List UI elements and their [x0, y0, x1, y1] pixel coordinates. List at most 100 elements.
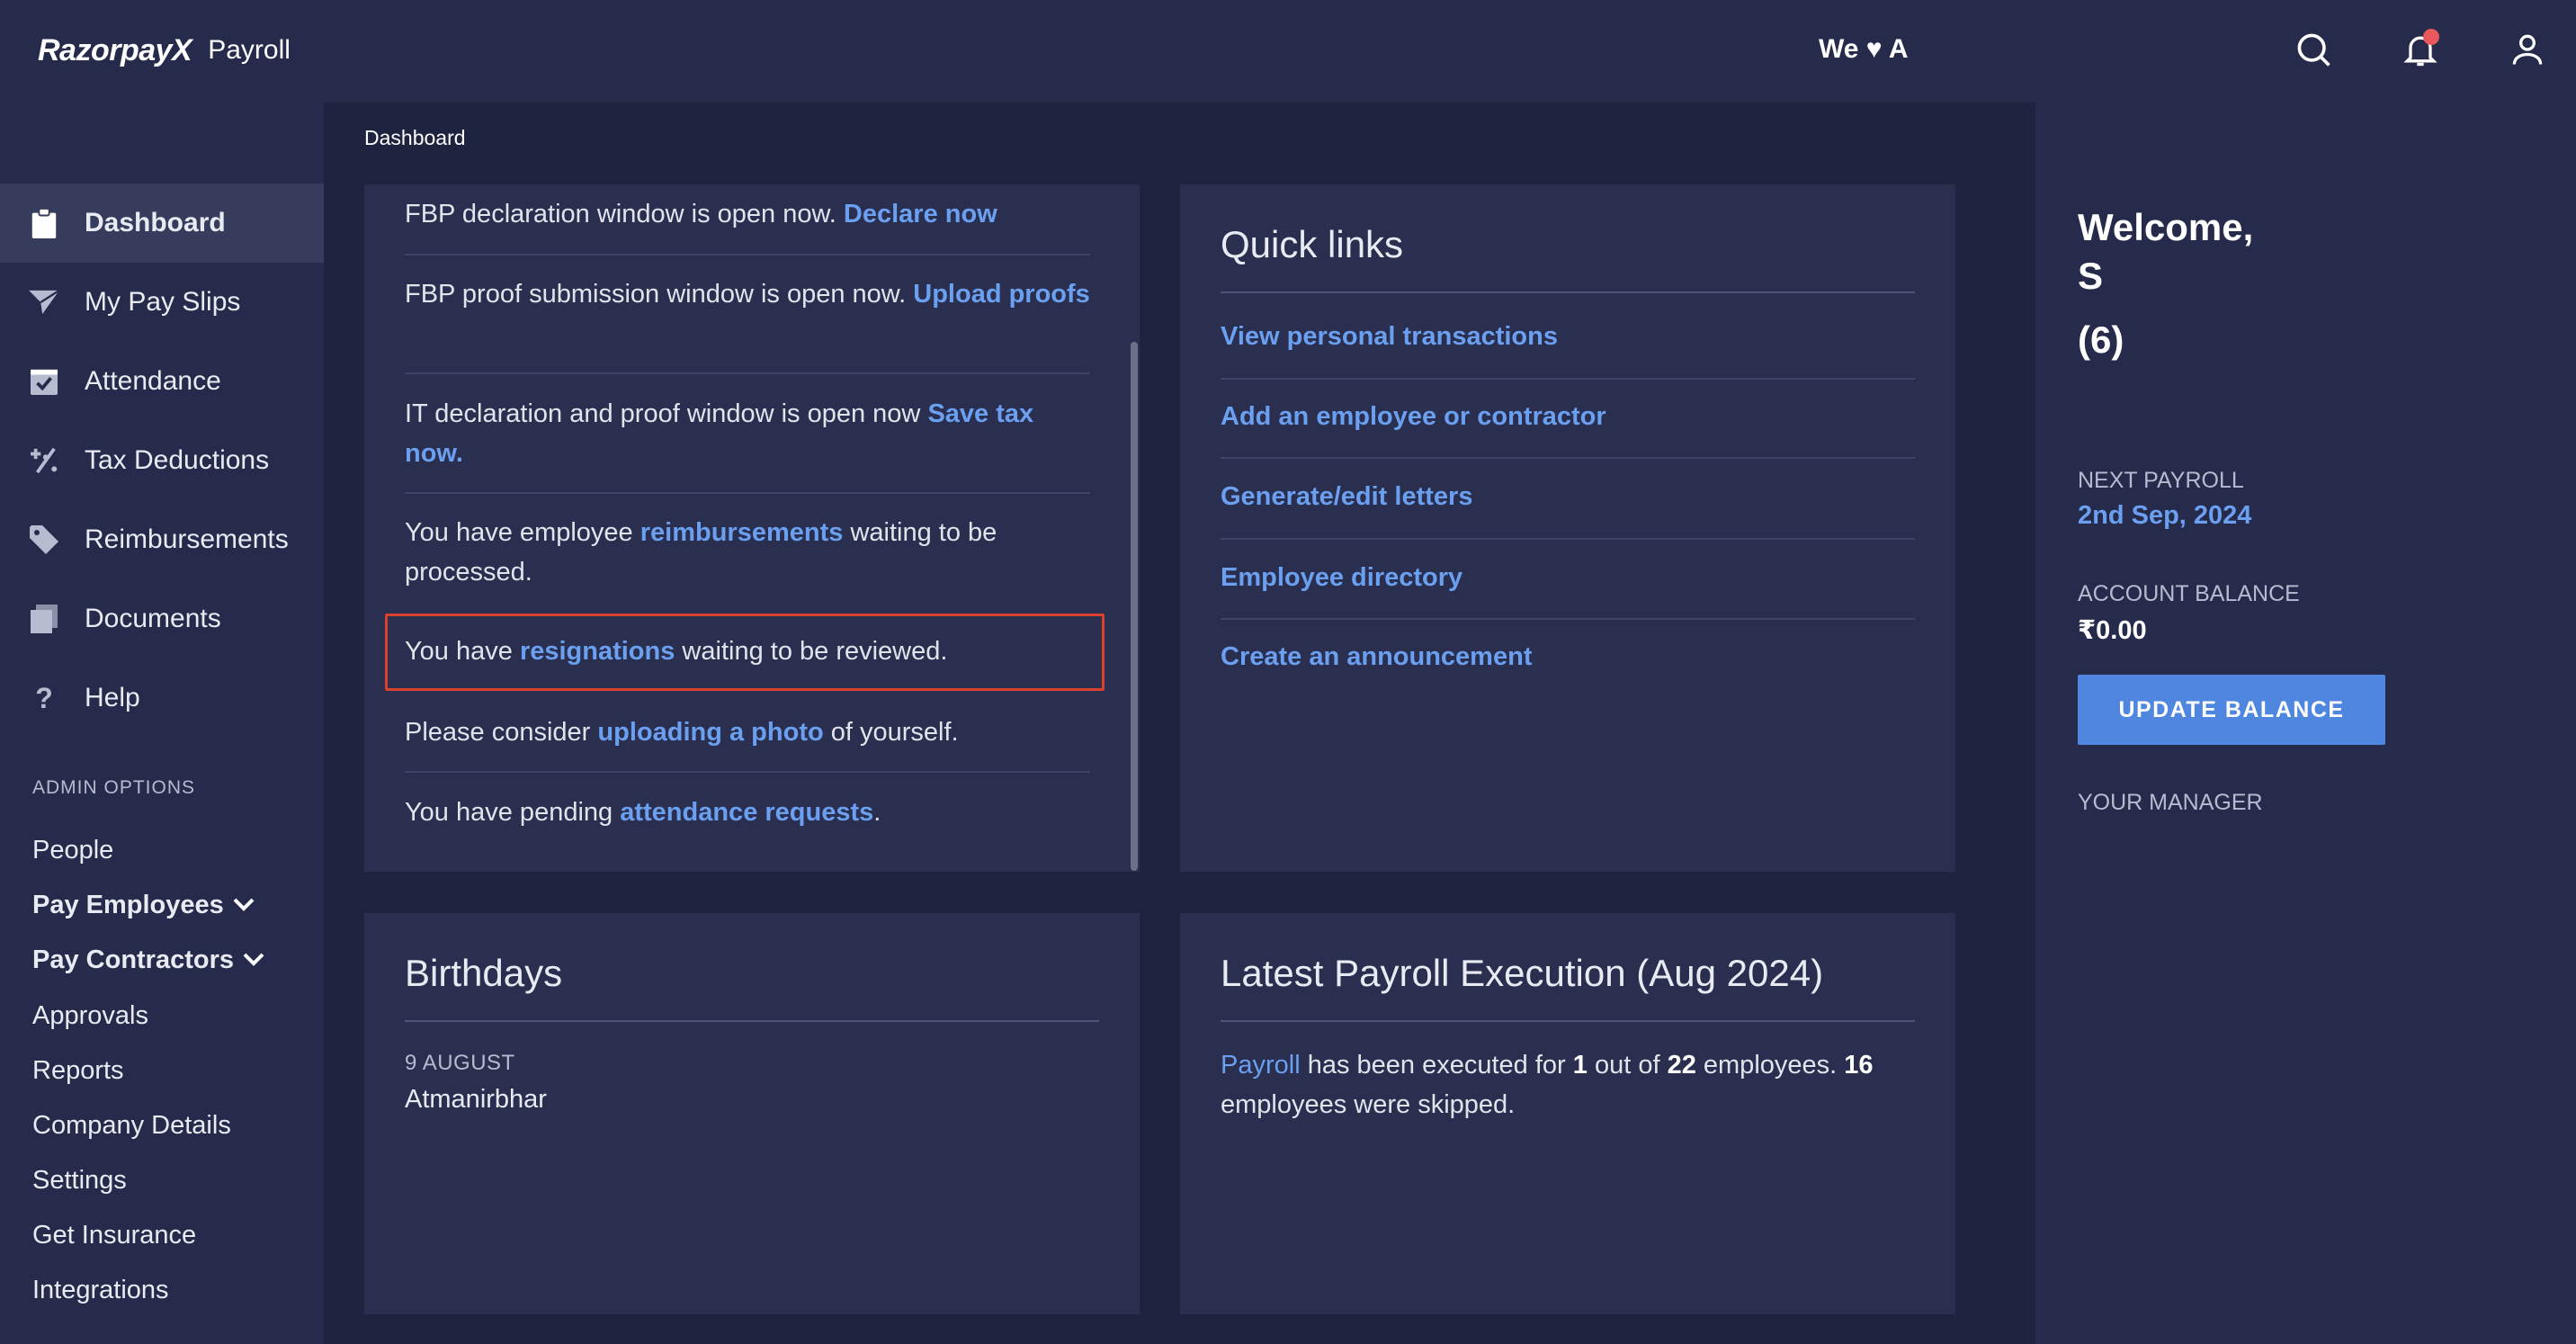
- welcome-text: Welcome,: [2078, 206, 2254, 248]
- notice-text: You have employee: [405, 518, 640, 547]
- question-icon: ?: [35, 681, 53, 714]
- next-payroll-date: 2nd Sep, 2024: [2078, 501, 2252, 530]
- notices-scrollbar[interactable]: [1131, 342, 1138, 871]
- notice-text: of yourself.: [823, 718, 959, 747]
- sidebar-item-label: Tax Deductions: [85, 445, 270, 475]
- highlight-box: [385, 614, 1105, 691]
- logo[interactable]: RazorpayX Payroll: [38, 31, 291, 70]
- your-manager-label: YOUR MANAGER: [2078, 790, 2263, 815]
- sidebar-item-tax-deductions[interactable]: Tax Deductions: [0, 421, 324, 500]
- attendance-requests-link[interactable]: attendance requests: [620, 798, 873, 827]
- declare-now-link[interactable]: Declare now: [844, 200, 997, 228]
- admin-item-label: Settings: [32, 1165, 127, 1195]
- divider: [405, 372, 1090, 374]
- top-bar: RazorpayX Payroll We ♥ A: [0, 0, 2576, 103]
- sidebar-item-reimbursements[interactable]: Reimbursements: [0, 500, 324, 579]
- notice-item: You have pending attendance requests.: [405, 793, 1097, 832]
- admin-item-label: Company Details: [32, 1110, 231, 1140]
- admin-item-reports[interactable]: Reports: [32, 1048, 124, 1093]
- total-count: 22: [1667, 1051, 1696, 1080]
- notice-text: .: [873, 798, 881, 827]
- divider: [405, 771, 1090, 773]
- user-name: S: [2078, 255, 2104, 297]
- admin-item-pay-contractors[interactable]: Pay Contractors: [32, 937, 264, 982]
- view-personal-transactions-link[interactable]: View personal transactions: [1221, 322, 1558, 352]
- notifications-button[interactable]: [2396, 25, 2445, 74]
- admin-item-label: Get Insurance: [32, 1220, 197, 1250]
- search-button[interactable]: [2289, 25, 2338, 74]
- notice-text: Please consider: [405, 718, 598, 747]
- notice-text: FBP proof submission window is open now.: [405, 280, 914, 309]
- create-announcement-link[interactable]: Create an announcement: [1221, 642, 1532, 672]
- tag-icon: [29, 524, 59, 555]
- next-payroll-label: NEXT PAYROLL: [2078, 468, 2244, 493]
- clipboard-icon: [29, 208, 59, 238]
- chevron-down-icon: [233, 898, 255, 912]
- birthdays-title: Birthdays: [405, 952, 563, 994]
- admin-item-label: Approvals: [32, 1000, 148, 1030]
- welcome-count: (6): [2078, 318, 2124, 361]
- birthday-date: 9 AUGUST: [405, 1051, 515, 1075]
- product-name: Payroll: [208, 35, 291, 65]
- payroll-summary: Payroll has been executed for 1 out of 2…: [1221, 1045, 1931, 1124]
- tagline: We ♥ A: [1819, 34, 1909, 64]
- sidebar-item-label: Reimbursements: [85, 524, 289, 554]
- update-balance-button[interactable]: UPDATE BALANCE: [2078, 675, 2385, 745]
- notice-item: FBP declaration window is open now. Decl…: [405, 194, 1097, 234]
- search-icon: [2297, 33, 2330, 67]
- admin-item-get-insurance[interactable]: Get Insurance: [32, 1213, 196, 1258]
- admin-item-company-details[interactable]: Company Details: [32, 1103, 231, 1148]
- admin-item-people[interactable]: People: [32, 828, 113, 873]
- admin-options-title: ADMIN OPTIONS: [32, 777, 196, 798]
- employee-directory-link[interactable]: Employee directory: [1221, 563, 1462, 593]
- sidebar-item-label: Dashboard: [85, 208, 226, 237]
- notice-item: IT declaration and proof window is open …: [405, 394, 1097, 473]
- quick-links-card: [1180, 184, 1955, 872]
- divider: [1221, 457, 1915, 459]
- chevron-down-icon: [243, 953, 264, 967]
- divider: [405, 254, 1090, 255]
- sidebar-item-label: My Pay Slips: [85, 287, 241, 317]
- admin-item-approvals[interactable]: Approvals: [32, 993, 148, 1038]
- admin-item-label: People: [32, 835, 114, 865]
- account-balance-value: ₹0.00: [2078, 616, 2147, 645]
- divider: [405, 492, 1090, 494]
- account-balance-label: ACCOUNT BALANCE: [2078, 581, 2300, 606]
- breadcrumb[interactable]: Dashboard: [364, 126, 466, 150]
- paper-plane-icon: [29, 287, 59, 318]
- sidebar-item-attendance[interactable]: Attendance: [0, 342, 324, 421]
- sidebar-item-help[interactable]: ? Help: [0, 659, 324, 738]
- add-employee-link[interactable]: Add an employee or contractor: [1221, 402, 1606, 432]
- generate-letters-link[interactable]: Generate/edit letters: [1221, 482, 1472, 512]
- sidebar-item-label: Help: [85, 683, 140, 712]
- profile-button[interactable]: [2503, 25, 2552, 74]
- upload-photo-link[interactable]: uploading a photo: [597, 718, 823, 747]
- notice-text: IT declaration and proof window is open …: [405, 399, 928, 428]
- divider: [1221, 1020, 1915, 1022]
- quick-links-title: Quick links: [1221, 223, 1404, 265]
- welcome-heading: Welcome, S: [2078, 203, 2253, 300]
- payroll-text: employees.: [1695, 1051, 1845, 1080]
- user-icon: [2512, 34, 2543, 65]
- admin-item-settings[interactable]: Settings: [32, 1158, 127, 1203]
- divider: [1221, 618, 1915, 620]
- admin-item-integrations[interactable]: Integrations: [32, 1268, 169, 1313]
- upload-proofs-link[interactable]: Upload proofs: [913, 280, 1090, 309]
- sidebar-item-dashboard[interactable]: Dashboard: [0, 184, 324, 263]
- calendar-check-icon: [29, 366, 59, 397]
- reimbursements-link[interactable]: reimbursements: [640, 518, 844, 547]
- documents-icon: [29, 604, 59, 634]
- divider: [1221, 538, 1915, 540]
- notice-item: FBP proof submission window is open now.…: [405, 274, 1097, 314]
- sidebar-item-documents[interactable]: Documents: [0, 579, 324, 659]
- birthday-name: Atmanirbhar: [405, 1085, 547, 1114]
- payroll-link[interactable]: Payroll: [1221, 1051, 1301, 1080]
- notice-text: FBP declaration window is open now.: [405, 200, 844, 228]
- sidebar-item-my-pay-slips[interactable]: My Pay Slips: [0, 263, 324, 342]
- divider: [1221, 378, 1915, 380]
- admin-item-pay-employees[interactable]: Pay Employees: [32, 883, 255, 927]
- divider: [1221, 291, 1915, 293]
- sidebar-item-label: Documents: [85, 604, 221, 633]
- notice-item: Please consider uploading a photo of you…: [405, 712, 1097, 752]
- executed-count: 1: [1572, 1051, 1588, 1080]
